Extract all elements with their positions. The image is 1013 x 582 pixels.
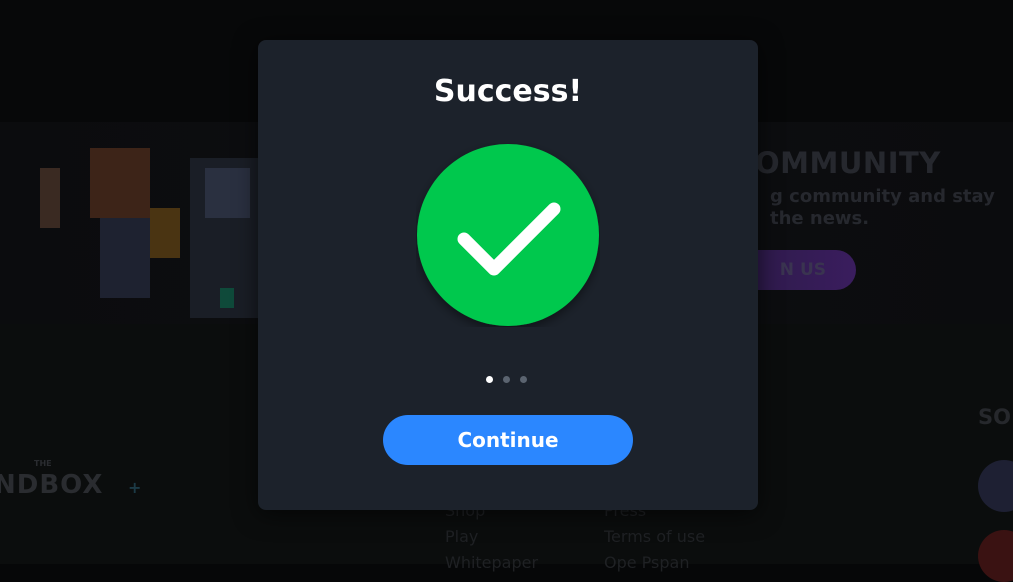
pager-dot bbox=[486, 376, 493, 383]
pager-dot bbox=[503, 376, 510, 383]
pagination-dots bbox=[486, 376, 530, 384]
modal-title: Success! bbox=[433, 74, 583, 109]
success-modal: Success! Continue bbox=[258, 40, 758, 510]
pager-dot bbox=[520, 376, 527, 383]
check-circle-icon bbox=[417, 144, 599, 326]
continue-button[interactable]: Continue bbox=[383, 415, 633, 465]
